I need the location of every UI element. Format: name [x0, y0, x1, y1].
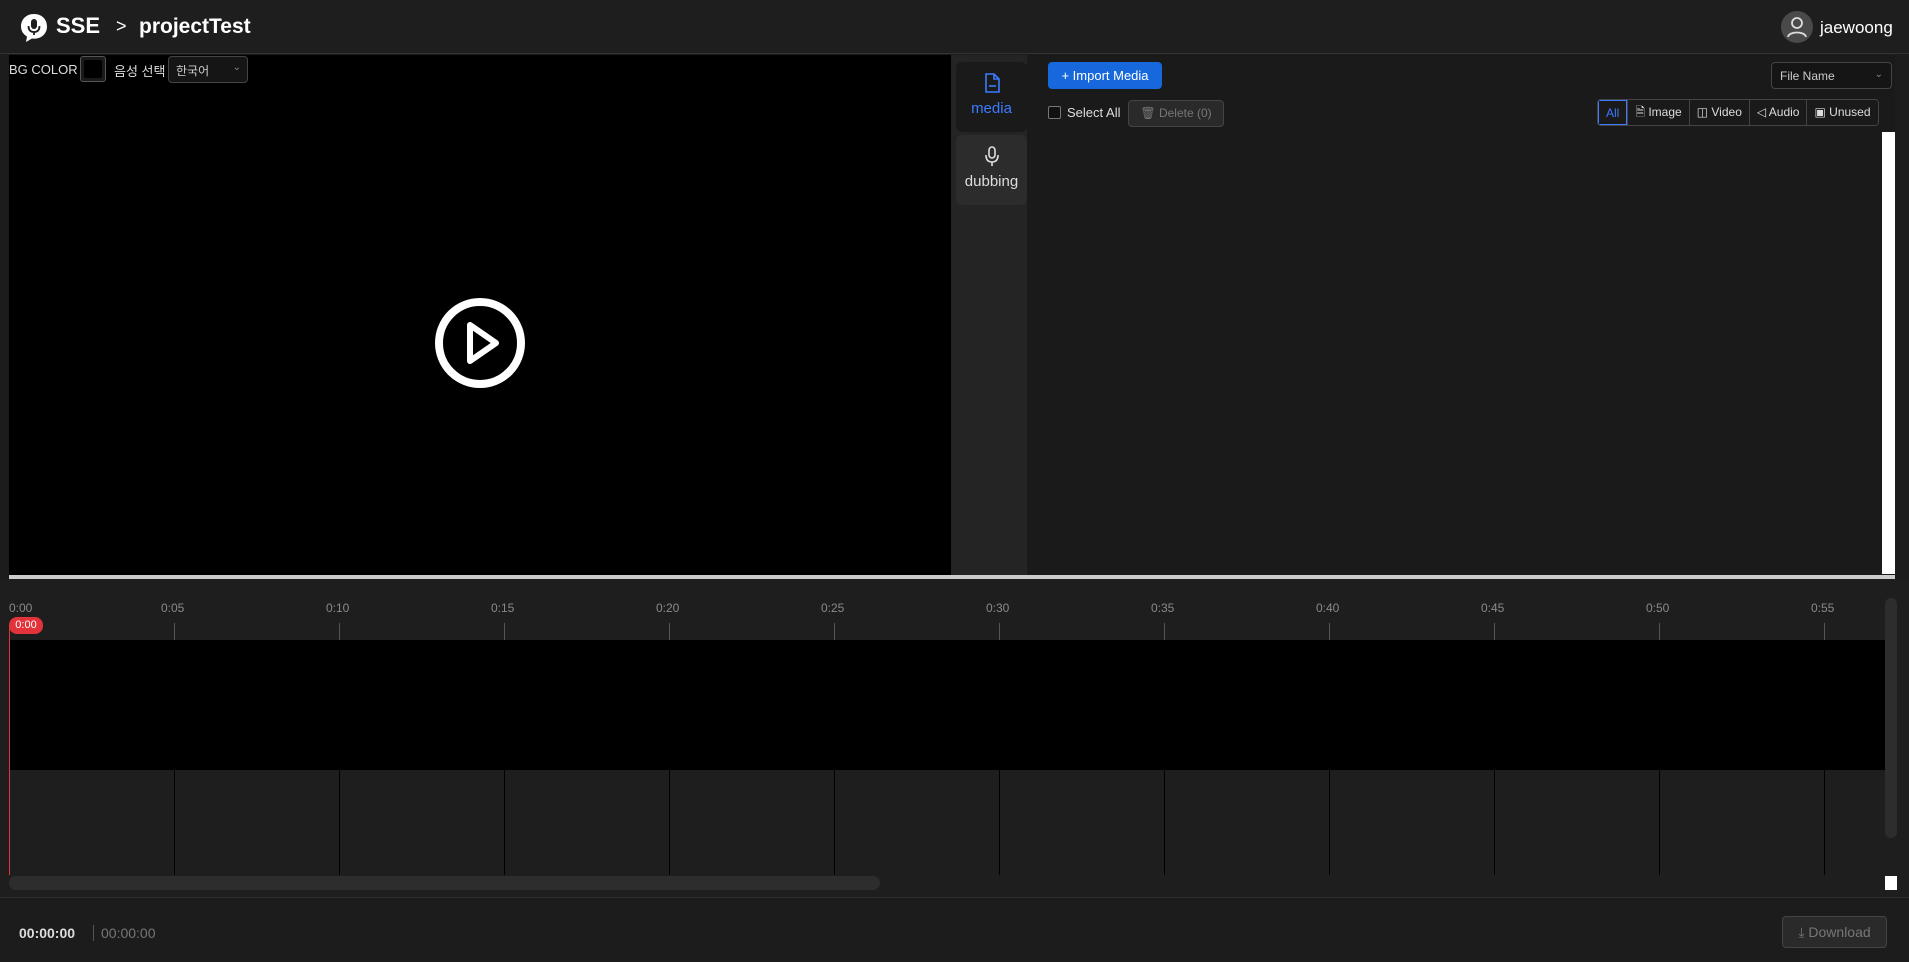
download-label: Download: [1808, 924, 1871, 940]
timeline-tick-mark: [999, 623, 1000, 640]
timeline-grid-line: [999, 770, 1000, 875]
side-tab-bar: media dubbing: [951, 55, 1027, 575]
filter-video[interactable]: ◫ Video: [1688, 100, 1749, 125]
video-icon: ◫: [1696, 105, 1709, 119]
bg-color-label: BG COLOR: [9, 62, 78, 77]
timeline-grid-line: [1494, 770, 1495, 875]
scrollbar-corner: [1885, 876, 1897, 890]
username[interactable]: jaewoong: [1820, 18, 1893, 38]
filter-unused[interactable]: ▣ Unused: [1806, 100, 1878, 125]
timeline-tick-mark: [1164, 623, 1165, 640]
filter-unused-label: Unused: [1829, 105, 1871, 119]
trash-icon: 🗑: [1140, 106, 1156, 120]
current-time: 00:00:00: [19, 925, 76, 941]
timeline-tick-label: 0:40: [1316, 601, 1340, 615]
bg-color-value-swatch: [84, 60, 102, 78]
filter-audio[interactable]: ◁ Audio: [1748, 100, 1807, 125]
timeline-grid-line: [669, 770, 670, 875]
time-divider: [93, 925, 94, 941]
media-scrollbar[interactable]: [1882, 132, 1895, 574]
delete-button[interactable]: 🗑 Delete (0): [1128, 100, 1224, 127]
chevron-down-icon: ⌄: [1874, 69, 1883, 80]
filter-image-label: Image: [1648, 105, 1682, 119]
filter-all-label: All: [1606, 106, 1620, 120]
timeline-grid-line: [1164, 770, 1165, 875]
timeline-tick-label: 0:30: [986, 601, 1010, 615]
sort-select-value: File Name: [1780, 69, 1835, 83]
playhead-line[interactable]: [9, 625, 10, 875]
timeline-grid-line: [1824, 770, 1825, 875]
timeline-tick-mark: [1329, 623, 1330, 640]
timeline-tick-label: 0:55: [1811, 601, 1835, 615]
total-time: 00:00:00: [101, 925, 156, 941]
import-media-button[interactable]: + Import Media: [1048, 62, 1162, 89]
download-icon: ⤓: [1798, 924, 1805, 940]
select-all-checkbox[interactable]: Select All: [1048, 105, 1120, 120]
select-all-label: Select All: [1067, 105, 1121, 120]
microphone-icon: [984, 146, 999, 166]
timeline-tick-mark: [1659, 623, 1660, 640]
speaker-icon: ◁: [1756, 105, 1767, 119]
tab-dubbing-label: dubbing: [964, 173, 1019, 190]
import-media-label: Import Media: [1072, 68, 1149, 83]
tab-media-label: media: [971, 100, 1012, 117]
timeline-grid-line: [339, 770, 340, 875]
filter-all[interactable]: All: [1598, 100, 1628, 125]
timeline-tick-mark: [1494, 623, 1495, 640]
sort-select-dropdown[interactable]: File Name ⌄: [1771, 62, 1892, 89]
checkbox-box[interactable]: [1048, 106, 1061, 119]
image-file-icon: 🗎: [1635, 105, 1645, 119]
timeline-tick-mark: [339, 623, 340, 640]
timeline-tick-label: 0:25: [821, 601, 845, 615]
timeline-tick-label: 0:50: [1646, 601, 1670, 615]
bg-color-picker[interactable]: [80, 56, 106, 82]
timeline-tick-label: 0:10: [326, 601, 350, 615]
app-header: SSE > projectTest jaewoong: [0, 0, 1909, 54]
unused-icon: ▣: [1814, 105, 1826, 119]
timeline-tick-mark: [1824, 623, 1825, 640]
timeline-tick-label: 0:05: [161, 601, 185, 615]
file-icon: [984, 73, 1000, 93]
app-logo-icon[interactable]: [18, 12, 50, 44]
timeline-grid-line: [174, 770, 175, 875]
tab-media[interactable]: media: [956, 62, 1027, 132]
brand-name[interactable]: SSE: [56, 13, 100, 39]
plus-icon: +: [1061, 68, 1070, 83]
filter-image[interactable]: 🗎 Image: [1627, 100, 1689, 125]
play-button-icon[interactable]: [434, 297, 526, 389]
timeline-grid-line: [1659, 770, 1660, 875]
chevron-down-icon: ⌄: [232, 62, 241, 73]
footer-bar: [0, 897, 1909, 962]
voice-select-value: 한국어: [176, 64, 210, 78]
media-filter-group: All 🗎 Image ◫ Video ◁ Audio ▣ Unused: [1597, 99, 1879, 126]
delete-label: Delete (0): [1158, 106, 1212, 120]
timeline-tick-label: 0:20: [656, 601, 680, 615]
project-title: projectTest: [139, 15, 251, 38]
breadcrumb-separator-icon: >: [116, 16, 127, 36]
media-library-panel: [1027, 55, 1895, 575]
timeline-grid-line: [1329, 770, 1330, 875]
timeline-tick-label: 0:45: [1481, 601, 1505, 615]
timeline-tick-mark: [834, 623, 835, 640]
tab-dubbing[interactable]: dubbing: [956, 135, 1027, 205]
voice-select-dropdown[interactable]: 한국어 ⌄: [168, 56, 248, 83]
timeline-tick-mark: [669, 623, 670, 640]
filter-audio-label: Audio: [1768, 105, 1800, 119]
timeline-grid-line: [504, 770, 505, 875]
timeline-tick-label: 0:35: [1151, 601, 1175, 615]
timeline-grid-line: [834, 770, 835, 875]
timeline-tick-mark: [504, 623, 505, 640]
timeline-vertical-scrollbar[interactable]: [1885, 598, 1897, 838]
voice-select-label: 음성 선택: [114, 64, 166, 79]
timeline-tick-label: 0:00: [9, 601, 33, 615]
download-button[interactable]: ⤓ Download: [1782, 916, 1887, 948]
filter-video-label: Video: [1711, 105, 1742, 119]
playhead-badge[interactable]: 0:00: [9, 617, 43, 634]
timeline-tick-label: 0:15: [491, 601, 515, 615]
user-avatar-icon[interactable]: [1781, 11, 1813, 43]
timeline-track[interactable]: [9, 640, 1885, 770]
timeline-horizontal-scrollbar[interactable]: [9, 876, 880, 890]
timeline-tick-mark: [174, 623, 175, 640]
